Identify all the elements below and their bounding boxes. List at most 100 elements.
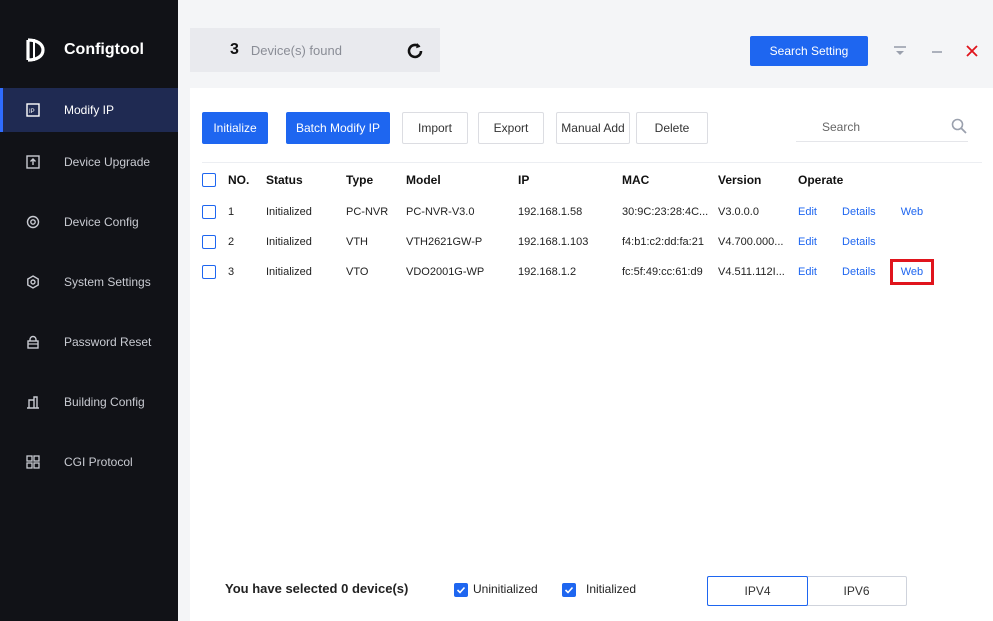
header-version: Version <box>718 172 762 187</box>
sidebar-item-modify-ip[interactable]: IP Modify IP <box>0 88 178 132</box>
header-model: Model <box>406 172 441 187</box>
cell-mac: f4:b1:c2:dd:fa:21 <box>622 235 704 248</box>
cell-version: V4.511.112I... <box>718 265 785 278</box>
sidebar-item-label: Building Config <box>64 395 145 409</box>
toolbar: Initialize Batch Modify IP Import Export… <box>202 108 982 144</box>
menu-icon[interactable] <box>889 40 911 62</box>
details-link[interactable]: Details <box>842 266 876 278</box>
table-row[interactable]: 3 Initialized VTO VDO2001G-WP 192.168.1.… <box>202 257 982 287</box>
uninitialized-checkbox[interactable] <box>454 583 468 597</box>
search-input[interactable] <box>796 112 944 142</box>
cell-operate: Edit Details Web <box>798 197 982 227</box>
edit-link[interactable]: Edit <box>798 266 817 278</box>
device-count: 3 <box>230 41 239 58</box>
table-header-row: NO. Status Type Model IP MAC Version Ope… <box>202 162 982 197</box>
import-button[interactable]: Import <box>402 112 468 144</box>
sidebar-item-label: Password Reset <box>64 335 152 349</box>
row-checkbox[interactable] <box>202 234 216 249</box>
cell-ip: 192.168.1.2 <box>518 265 577 278</box>
edit-link[interactable]: Edit <box>798 206 817 218</box>
header-no: NO. <box>228 172 250 187</box>
lock-icon <box>26 335 40 349</box>
batch-modify-ip-button[interactable]: Batch Modify IP <box>286 112 390 144</box>
uninitialized-label: Uninitialized <box>473 582 538 596</box>
sidebar-item-label: Device Config <box>64 215 139 229</box>
row-checkbox[interactable] <box>202 204 216 219</box>
cgi-icon <box>26 455 40 469</box>
sidebar: Configtool IP Modify IP Device Upgrade D… <box>0 0 178 621</box>
sidebar-item-system-settings[interactable]: System Settings <box>0 252 178 312</box>
cell-version: V4.700.000... <box>718 235 784 248</box>
initialized-checkbox[interactable] <box>562 583 576 597</box>
cell-ip: 192.168.1.103 <box>518 235 589 248</box>
sidebar-item-label: Device Upgrade <box>64 155 151 169</box>
sidebar-item-device-upgrade[interactable]: Device Upgrade <box>0 132 178 192</box>
svg-text:IP: IP <box>29 109 35 115</box>
sidebar-nav: IP Modify IP Device Upgrade Device Confi… <box>0 88 178 492</box>
cell-model: PC-NVR-V3.0 <box>406 205 475 218</box>
refresh-icon[interactable] <box>404 40 426 62</box>
ip-version-toggle: IPV4 IPV6 <box>707 576 907 606</box>
sidebar-item-cgi-protocol[interactable]: CGI Protocol <box>0 432 178 492</box>
search-box <box>796 112 968 142</box>
minimize-icon[interactable] <box>926 40 948 62</box>
sidebar-item-building-config[interactable]: Building Config <box>0 372 178 432</box>
header-mac: MAC <box>622 172 650 187</box>
cell-model: VTH2621GW-P <box>406 235 483 248</box>
cell-no: 3 <box>228 265 235 278</box>
manual-add-button[interactable]: Manual Add <box>556 112 630 144</box>
cell-no: 2 <box>228 235 235 248</box>
cell-status: Initialized <box>266 205 312 218</box>
initialized-label: Initialized <box>586 582 637 596</box>
sidebar-item-device-config[interactable]: Device Config <box>0 192 178 252</box>
sidebar-item-label: Modify IP <box>64 103 115 117</box>
initialize-button[interactable]: Initialize <box>202 112 268 144</box>
brand: Configtool <box>22 32 144 68</box>
search-icon[interactable] <box>950 117 968 135</box>
sidebar-item-password-reset[interactable]: Password Reset <box>0 312 178 372</box>
footer-bar: You have selected 0 device(s) Uninitiali… <box>202 572 982 612</box>
edit-link[interactable]: Edit <box>798 236 817 248</box>
cell-status: Initialized <box>266 265 312 278</box>
delete-button[interactable]: Delete <box>636 112 708 144</box>
table-row[interactable]: 1 Initialized PC-NVR PC-NVR-V3.0 192.168… <box>202 197 982 227</box>
cell-mac: 30:9C:23:28:4C... <box>622 205 709 218</box>
header-type: Type <box>346 172 374 187</box>
ipv6-tab[interactable]: IPV6 <box>807 577 906 605</box>
selected-suffix: device(s) <box>351 581 409 596</box>
ipv4-tab[interactable]: IPV4 <box>707 576 808 606</box>
header-status: Status <box>266 172 303 187</box>
cell-type: VTH <box>346 235 368 248</box>
brand-logo-icon <box>22 36 50 64</box>
header-ip: IP <box>518 172 530 187</box>
cell-version: V3.0.0.0 <box>718 205 759 218</box>
web-link[interactable]: Web <box>901 206 923 218</box>
close-icon[interactable] <box>961 40 983 62</box>
header-operate: Operate <box>798 172 844 187</box>
cell-no: 1 <box>228 205 235 218</box>
table-row[interactable]: 2 Initialized VTH VTH2621GW-P 192.168.1.… <box>202 227 982 257</box>
selected-count: 0 <box>341 581 349 596</box>
devices-found-box: 3 Device(s) found <box>190 28 440 72</box>
details-link[interactable]: Details <box>842 206 876 218</box>
search-setting-button[interactable]: Search Setting <box>750 36 868 66</box>
cell-type: PC-NVR <box>346 205 389 218</box>
web-link-highlighted[interactable]: Web <box>889 258 935 285</box>
details-link[interactable]: Details <box>842 236 876 248</box>
upgrade-icon <box>26 155 40 169</box>
cell-operate: Edit Details Web <box>798 257 982 287</box>
cell-ip: 192.168.1.58 <box>518 205 583 218</box>
sidebar-item-label: CGI Protocol <box>64 455 133 469</box>
devices-found-label: Device(s) found <box>250 42 342 58</box>
building-icon <box>26 395 40 409</box>
sidebar-item-label: System Settings <box>64 275 151 289</box>
settings-icon <box>26 275 40 289</box>
export-button[interactable]: Export <box>478 112 544 144</box>
cell-type: VTO <box>346 265 369 278</box>
selected-summary: You have selected 0 device(s) <box>225 581 408 596</box>
select-all-checkbox[interactable] <box>202 173 216 188</box>
configtool-window: Configtool IP Modify IP Device Upgrade D… <box>0 0 993 621</box>
cell-mac: fc:5f:49:cc:61:d9 <box>622 265 703 278</box>
row-checkbox[interactable] <box>202 264 216 279</box>
device-table: NO. Status Type Model IP MAC Version Ope… <box>202 162 982 287</box>
